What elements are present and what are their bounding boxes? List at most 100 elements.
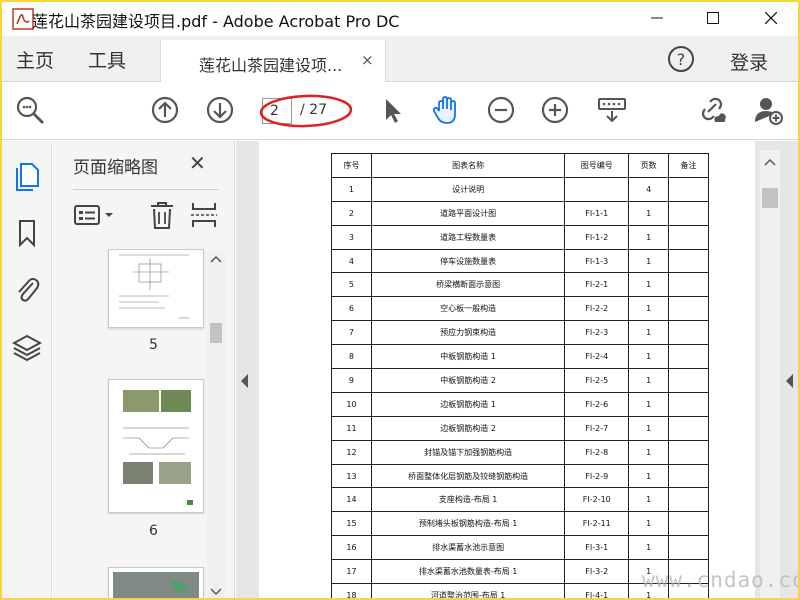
table-cell	[668, 391, 709, 417]
table-body: 1 设计说明 4 2 道路平面设计图 FI-1-1 1 3 道路工程数量表 FI-1-2 1 4 停车设…	[331, 176, 709, 598]
document-scrollbar-thumb[interactable]	[762, 188, 778, 208]
add-user-icon[interactable]	[752, 94, 784, 126]
table-row: 16 排水渠蓄水池示意图 FI-3-1 1	[331, 535, 709, 561]
table-cell: FI-2-10	[564, 487, 630, 513]
table-cell: 2	[331, 200, 372, 226]
minimize-button[interactable]	[634, 2, 680, 34]
table-cell	[668, 344, 709, 370]
page-thumbnails-icon[interactable]	[12, 161, 42, 191]
table-row: 13 桥面整体化层钢筋及铰缝钢筋构造 FI-2-9 1	[331, 463, 709, 489]
table-cell: 边板钢筋构造 2	[370, 415, 566, 441]
scroll-up-icon[interactable]	[760, 152, 780, 172]
document-scrollbar[interactable]	[760, 150, 780, 598]
table-cell	[668, 439, 709, 465]
page-thumbnails-panel: 页面缩略图 ✕ 5 6	[53, 141, 235, 600]
panel-title: 页面缩略图	[73, 158, 158, 178]
close-window-button[interactable]	[748, 2, 794, 34]
attachments-icon[interactable]	[12, 274, 42, 304]
table-cell: FI-3-2	[564, 559, 630, 585]
table-cell: 12	[331, 439, 372, 465]
table-cell: 1	[628, 415, 670, 441]
collapse-left-pane-icon[interactable]	[240, 374, 250, 388]
table-cell: 1	[628, 487, 670, 513]
zoom-out-icon[interactable]	[485, 94, 517, 126]
thumbnail-scrollbar-thumb[interactable]	[210, 323, 222, 343]
table-cell: FI-2-9	[564, 463, 630, 489]
table-cell	[668, 415, 709, 441]
table-cell: 1	[628, 344, 670, 370]
toolbar	[2, 82, 798, 140]
table-cell: 设计说明	[370, 176, 566, 202]
thumbnail-page-7[interactable]	[108, 567, 204, 598]
thumbnail-scrollbar[interactable]	[207, 251, 225, 600]
maximize-icon	[707, 12, 719, 24]
help-icon[interactable]: ?	[666, 44, 696, 74]
delete-page-icon[interactable]	[149, 201, 175, 229]
table-cell: 封锚及锚下加强钢筋构造	[370, 439, 566, 465]
tab-tools[interactable]: 工具	[88, 46, 126, 73]
share-link-icon[interactable]	[696, 94, 728, 126]
thumbnail-page-5[interactable]	[108, 249, 204, 328]
bookmarks-icon[interactable]	[12, 218, 42, 248]
thumbnail-page-6-preview	[123, 390, 193, 505]
tab-home[interactable]: 主页	[16, 46, 54, 73]
table-cell: FI-2-11	[564, 511, 630, 537]
table-cell: 1	[628, 320, 670, 346]
tab-bar: 主页 工具 莲花山茶园建设项... × ? 登录	[2, 36, 798, 83]
table-cell: 中板钢筋构造 2	[370, 368, 566, 393]
table-row: 8 中板钢筋构造 1 FI-2-4 1	[331, 344, 709, 370]
column-header: 页数	[628, 153, 670, 178]
table-cell: 中板钢筋构造 1	[370, 344, 566, 370]
scroll-up-icon[interactable]	[207, 251, 225, 267]
table-cell: FI-3-1	[564, 535, 630, 561]
table-cell	[668, 272, 709, 298]
scroll-mode-icon[interactable]	[596, 94, 628, 126]
acrobat-app-icon	[12, 8, 34, 30]
previous-page-icon[interactable]	[149, 94, 181, 126]
table-cell	[564, 176, 630, 202]
search-zoom-icon[interactable]	[14, 94, 46, 126]
table-cell: 边板钢筋构造 1	[370, 391, 566, 417]
thumbnail-options-icon[interactable]	[73, 201, 117, 229]
table-cell: 8	[331, 344, 372, 370]
next-page-icon[interactable]	[204, 94, 236, 126]
table-cell: 17	[331, 559, 372, 585]
table-cell	[668, 320, 709, 346]
red-annotation-ellipse	[259, 94, 353, 128]
table-cell: 15	[331, 511, 372, 537]
table-header-row: 序号 图表名称 图号编号 页数 备注	[331, 153, 709, 178]
thumbnail-page-6[interactable]	[108, 379, 204, 513]
table-cell	[668, 176, 709, 202]
expand-right-pane-icon[interactable]	[785, 374, 795, 388]
navigation-rail	[2, 141, 52, 598]
table-cell: 1	[628, 439, 670, 465]
panel-close-button[interactable]: ✕	[189, 151, 206, 175]
table-cell: 10	[331, 391, 372, 417]
document-tab-close-button[interactable]: ×	[361, 51, 374, 69]
table-cell: 14	[331, 487, 372, 513]
maximize-button[interactable]	[690, 2, 736, 34]
table-row: 7 预应力钢束构造 FI-2-3 1	[331, 320, 709, 346]
crop-page-icon[interactable]	[191, 201, 217, 229]
table-cell: 1	[331, 176, 372, 202]
tab-document[interactable]: 莲花山茶园建设项... ×	[160, 40, 386, 83]
zoom-in-icon[interactable]	[539, 94, 571, 126]
select-cursor-icon[interactable]	[376, 94, 408, 126]
table-cell	[668, 463, 709, 489]
layers-icon[interactable]	[12, 333, 42, 363]
table-cell: 桥面整体化层钢筋及铰缝钢筋构造	[370, 463, 566, 489]
table-cell: 1	[628, 535, 670, 561]
login-button[interactable]: 登录	[730, 48, 768, 75]
scroll-down-icon[interactable]	[207, 584, 225, 600]
hand-tool-icon[interactable]	[430, 94, 462, 126]
table-row: 10 边板钢筋构造 1 FI-2-6 1	[331, 391, 709, 417]
table-cell: 3	[331, 224, 372, 250]
thumbnail-page-number: 5	[149, 337, 158, 353]
panel-divider	[73, 189, 219, 190]
window-title: 莲花山茶园建设项目.pdf - Adobe Acrobat Pro DC	[32, 12, 400, 31]
table-cell: 6	[331, 296, 372, 322]
table-row: 2 道路平面设计图 FI-1-1 1	[331, 200, 709, 226]
table-cell: 1	[628, 272, 670, 298]
table-cell: 空心板一般构造	[370, 296, 566, 322]
table-row: 1 设计说明 4	[331, 176, 709, 202]
